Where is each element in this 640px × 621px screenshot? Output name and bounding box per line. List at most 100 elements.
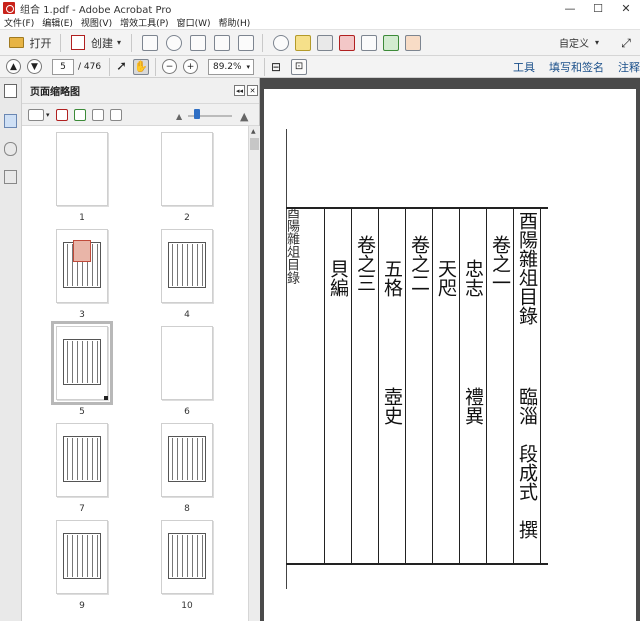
thumbnail-line	[177, 438, 178, 480]
thumbnail-line	[77, 535, 78, 577]
page-thumbnail[interactable]	[161, 423, 213, 497]
page-thumbnails-icon[interactable]	[4, 84, 17, 98]
delete-pages-icon[interactable]	[55, 108, 68, 121]
minimize-button[interactable]: —	[556, 0, 584, 16]
gear-icon[interactable]	[273, 34, 289, 51]
thumbnail-line	[72, 341, 73, 383]
thumbnail-page-number: 3	[79, 310, 85, 320]
thumbnail-line	[192, 438, 193, 480]
fit-width-icon[interactable]: ⊟	[271, 60, 281, 74]
attachment-icon[interactable]	[4, 142, 17, 156]
thumbnail-page-number: 1	[79, 213, 85, 223]
delete-page-icon[interactable]	[339, 34, 355, 51]
page-thumbnail[interactable]	[161, 326, 213, 400]
extract-page-icon[interactable]	[361, 34, 377, 51]
toc-column-top: 酉陽雜俎目錄	[516, 211, 538, 325]
menu-view[interactable]: 视图(V)	[77, 16, 116, 29]
slider-handle[interactable]	[194, 109, 200, 119]
thumbnail-line	[72, 438, 73, 480]
thumbnail-page-number: 7	[79, 504, 85, 514]
hand-tool-icon[interactable]: ✋	[132, 58, 149, 75]
toolbar-divider	[131, 33, 132, 52]
collapse-left-icon[interactable]: ◂◂	[234, 85, 245, 96]
toc-column-top: 貝編	[327, 259, 349, 297]
page-thumbnail[interactable]	[56, 423, 108, 497]
close-button[interactable]: ✕	[612, 0, 640, 16]
close-panel-icon[interactable]: ✕	[247, 85, 258, 96]
column-rule	[459, 207, 460, 565]
mail-icon[interactable]	[238, 34, 254, 51]
page-number-input[interactable]: 5	[52, 58, 74, 75]
create-button[interactable]: 创建 ▾	[65, 33, 127, 53]
insert-pages-icon[interactable]	[73, 108, 86, 121]
thumbnail-line	[87, 341, 88, 383]
folder-icon	[8, 37, 24, 48]
maximize-button[interactable]: ☐	[584, 0, 612, 16]
page-thumbnail[interactable]	[56, 520, 108, 594]
thumbnail-line	[82, 535, 83, 577]
tools-link[interactable]: 工具	[513, 59, 535, 75]
page-thumbnail[interactable]	[161, 520, 213, 594]
insert-page-icon[interactable]	[383, 34, 399, 51]
bookmark-icon[interactable]	[4, 114, 17, 128]
zoom-in-icon[interactable]: +	[182, 59, 198, 74]
toc-column-top: 卷之三	[354, 235, 376, 292]
menu-help[interactable]: 帮助(H)	[214, 16, 254, 29]
thumbnail-line	[92, 341, 93, 383]
print-pages-icon[interactable]	[109, 108, 122, 121]
previous-page-icon[interactable]: ▲	[6, 59, 21, 74]
toolbar-divider	[109, 57, 111, 76]
thumbnail-line	[202, 438, 203, 480]
thumbnail-line	[87, 535, 88, 577]
column-rule	[540, 207, 541, 565]
page-thumbnail[interactable]	[56, 229, 108, 303]
signature-icon[interactable]	[4, 170, 17, 184]
chevron-down-icon: ▾	[116, 38, 121, 47]
thumbnail-line	[187, 535, 188, 577]
cloud-upload-icon[interactable]	[166, 34, 182, 51]
zoom-out-icon[interactable]: −	[161, 59, 177, 74]
seal-mark	[73, 240, 91, 262]
comment-icon[interactable]	[295, 34, 311, 51]
scroll-thumb[interactable]	[250, 138, 259, 150]
scroll-up-icon[interactable]: ▲	[251, 128, 256, 135]
toolbar-divider	[263, 57, 265, 76]
menu-file[interactable]: 文件(F)	[0, 16, 38, 29]
zoom-level-select[interactable]: 89.2% ▾	[207, 58, 254, 75]
fit-page-icon[interactable]: ⊡	[291, 58, 308, 75]
next-page-icon[interactable]: ▼	[27, 59, 42, 74]
menu-edit[interactable]: 编辑(E)	[38, 16, 77, 29]
table-of-contents: 酉陽雜俎目錄 臨淄 段成式 撰 卷之一 忠志 禮異 天咫 卷之二 五格 壺史 卷之三 貝編	[286, 207, 548, 565]
stamp-icon[interactable]	[317, 34, 333, 51]
options-menu-icon[interactable]	[28, 108, 44, 121]
page-thumbnail[interactable]	[56, 132, 108, 206]
acrobat-app-icon	[3, 2, 15, 14]
thumbnail-scrollbar[interactable]: ▲	[248, 126, 260, 621]
fill-sign-link[interactable]: 填写和签名	[549, 59, 604, 75]
rotate-page-icon[interactable]	[91, 108, 104, 121]
sign-icon[interactable]	[405, 34, 421, 51]
page-thumbnail[interactable]	[51, 321, 113, 405]
panel-title: 页面缩略图	[30, 87, 80, 98]
toc-column-bottom: 臨淄 段成式 撰	[516, 387, 538, 539]
selected-corner-mark	[104, 396, 108, 400]
page-thumbnail[interactable]	[161, 229, 213, 303]
open-button[interactable]: 打开	[4, 33, 56, 53]
thumbnail-line	[172, 438, 173, 480]
pdf-page: 酉陽雜俎目錄 酉陽雜俎目錄 臨淄 段成式 撰 卷之一 忠志 禮異 天咫 卷之二 五格 壺史 卷之三…	[264, 89, 636, 621]
column-rule	[405, 207, 406, 565]
expand-icon[interactable]: ⤢	[618, 35, 634, 51]
thumbnail-line	[182, 535, 183, 577]
print-icon[interactable]	[190, 34, 206, 51]
customize-dropdown[interactable]: 自定义 ▾	[544, 33, 614, 53]
menu-window[interactable]: 窗口(W)	[173, 16, 215, 29]
comment-link[interactable]: 注释	[618, 59, 640, 75]
column-rule	[324, 207, 325, 565]
edit-icon[interactable]	[214, 34, 230, 51]
select-cursor-icon[interactable]: ➚	[116, 59, 127, 74]
chevron-down-icon: ▾	[594, 38, 599, 47]
save-icon[interactable]	[142, 34, 158, 51]
thumbnail-line	[187, 438, 188, 480]
menu-plugins[interactable]: 增效工具(P)	[116, 16, 172, 29]
page-thumbnail[interactable]	[161, 132, 213, 206]
